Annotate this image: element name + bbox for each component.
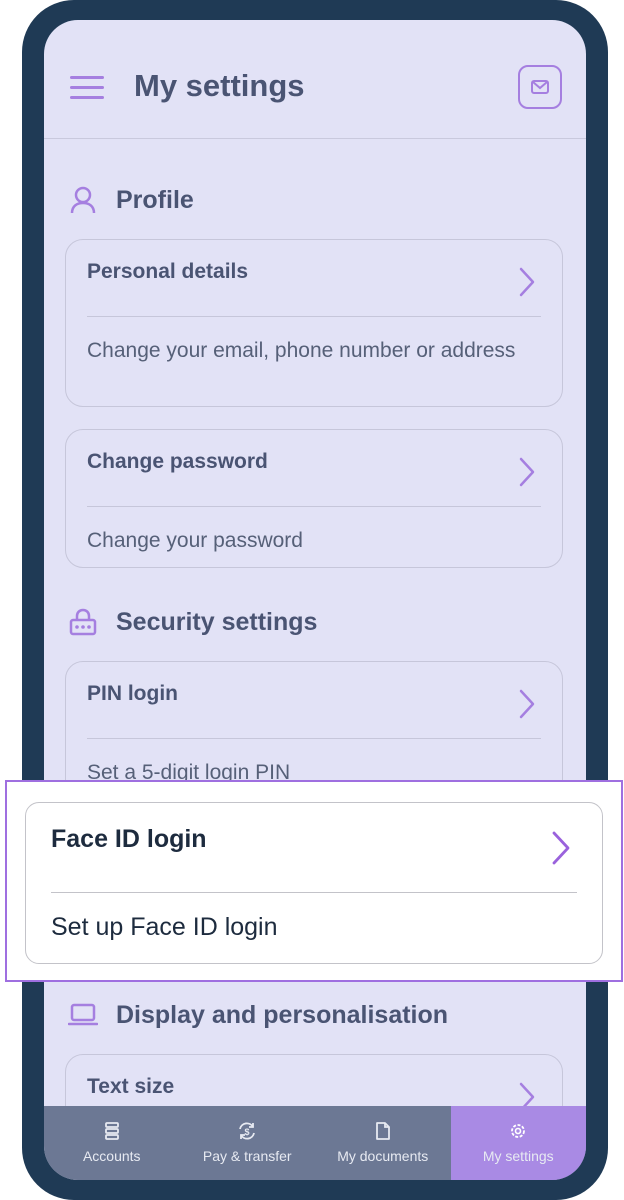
dollar-cycle-icon: $ (239, 1122, 256, 1140)
nav-pay-transfer[interactable]: $ Pay & transfer (180, 1106, 316, 1180)
change-password-card[interactable]: Change password Change your password (65, 429, 563, 568)
chevron-right-icon (519, 689, 535, 719)
card-title: Text size (87, 1075, 175, 1098)
document-icon (375, 1122, 390, 1140)
lock-icon (68, 607, 98, 637)
card-description: Change your password (87, 529, 303, 552)
gear-icon (511, 1124, 526, 1138)
section-profile: Profile (68, 182, 194, 218)
card-title: Face ID login (51, 825, 207, 853)
card-description: Change your email, phone number or addre… (87, 339, 516, 362)
chevron-right-icon (519, 267, 535, 297)
card-title: PIN login (87, 682, 178, 705)
section-title: Display and personalisation (116, 1000, 449, 1029)
hamburger-icon[interactable] (70, 76, 104, 100)
laptop-icon (68, 1000, 98, 1030)
nav-label: My settings (482, 1148, 554, 1164)
stack-icon (104, 1122, 119, 1140)
card-title: Change password (87, 450, 268, 473)
person-icon (68, 185, 98, 215)
divider (87, 738, 541, 739)
chevron-right-icon (519, 457, 535, 487)
card-title: Personal details (87, 260, 249, 283)
section-display: Display and personalisation (68, 997, 448, 1033)
nav-label: Pay & transfer (202, 1148, 292, 1164)
app-header: My settings (44, 20, 586, 139)
mail-icon (531, 80, 549, 94)
app-screen: My settings Profile Personal details Cha… (44, 20, 586, 1180)
nav-label: My documents (337, 1148, 429, 1164)
section-security: Security settings (68, 604, 317, 640)
chevron-right-icon (552, 831, 570, 865)
nav-my-documents[interactable]: My documents (315, 1106, 451, 1180)
nav-accounts[interactable]: Accounts (44, 1106, 180, 1180)
nav-label: Accounts (82, 1148, 141, 1164)
divider (87, 506, 541, 507)
section-title: Security settings (116, 607, 318, 636)
divider (87, 316, 541, 317)
bottom-nav: Accounts $ Pay & transfer My documents M… (44, 1106, 586, 1180)
nav-my-settings[interactable]: My settings (450, 1106, 586, 1180)
face-id-login-card[interactable]: Face ID login Set up Face ID login (25, 802, 603, 964)
svg-text:$: $ (245, 1127, 250, 1137)
section-title: Profile (116, 185, 194, 214)
card-description: Set up Face ID login (51, 913, 278, 941)
divider (51, 892, 577, 893)
mail-button[interactable] (518, 65, 562, 109)
page-title: My settings (134, 68, 305, 103)
personal-details-card[interactable]: Personal details Change your email, phon… (65, 239, 563, 407)
